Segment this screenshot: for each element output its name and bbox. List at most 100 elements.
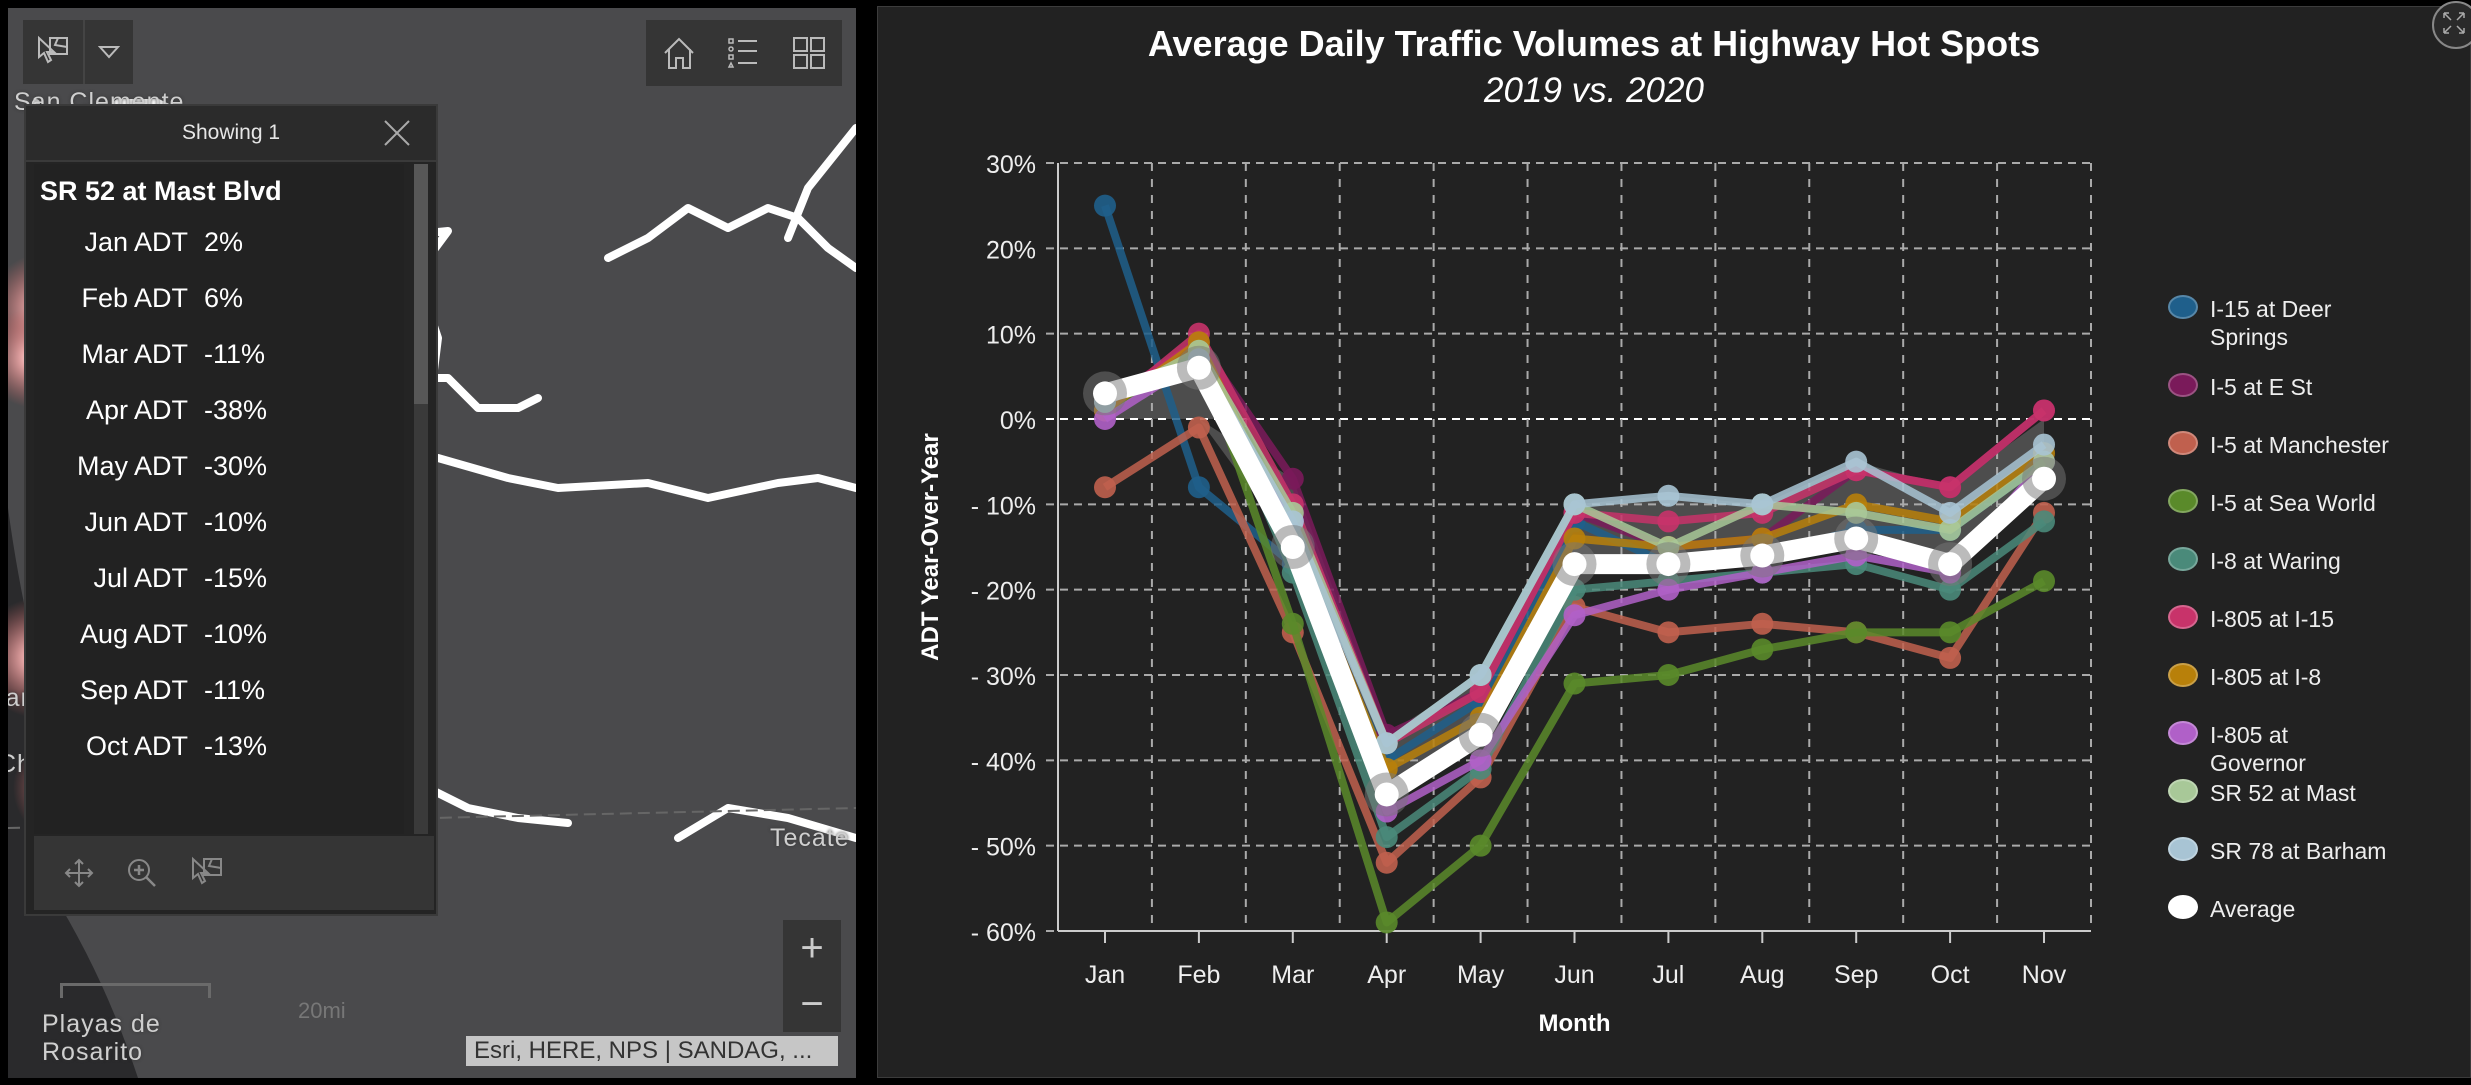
feature-popup: Showing 1 SR 52 at Mast Blvd Jan ADT 2% Fe… [24,104,438,916]
data-point [1563,604,1586,627]
data-point [1657,664,1680,686]
data-point [1939,501,1962,524]
data-point [1375,911,1398,934]
data-point [1563,493,1586,516]
data-point [2032,466,2056,491]
attribute-label: Mar ADT [81,339,188,369]
data-point [1938,552,1963,577]
legend-label: I-5 at E St [2210,374,2313,400]
attribute-label: Feb ADT [81,283,188,313]
popup-feature-count: Showing 1 [181,121,281,144]
data-point [1094,476,1116,499]
zoom-in-button[interactable]: + [783,920,841,976]
data-point [2033,433,2055,456]
legend-label: I-8 at Waring [2210,548,2341,574]
legend-item[interactable]: Average [2168,895,2390,953]
taskbar-strip [0,1078,2471,1085]
data-point [1093,381,1117,406]
expand-icon [2443,12,2465,34]
attribute-label: Apr ADT [85,395,188,425]
data-point [1751,638,1774,661]
x-tick-label: Mar [1271,961,1314,989]
legend-item[interactable]: I-5 at Sea World [2168,489,2390,547]
select-features-icon[interactable] [190,856,224,890]
data-point [1094,194,1116,217]
pan-icon[interactable] [64,858,94,888]
legend-swatch [2168,605,2198,629]
legend-label: I-15 at Deer Springs [2210,296,2332,350]
data-point [1939,646,1962,669]
legend-label: Average [2210,896,2296,922]
legend-item[interactable]: I-805 at Governor [2168,721,2390,779]
map-toolbar-select [23,20,133,84]
zoom-controls: + − [783,920,841,1032]
legend-item[interactable]: I-805 at I-8 [2168,663,2390,721]
popup-scrollbar[interactable] [414,164,428,834]
attribute-value: -13% [204,731,268,761]
data-point [1751,612,1774,635]
map-view[interactable]: San Clemente Escondido Santee El Cajon S… [8,8,856,1078]
attribute-label: Sep ADT [79,675,188,705]
x-tick-label: Oct [1931,961,1970,989]
legend-item[interactable]: SR 78 at Barham [2168,837,2390,895]
y-axis-title: ADT Year-Over-Year [917,433,944,661]
attribute-value: 6% [204,283,244,313]
y-tick-label: - 40% [971,748,1036,776]
zoom-out-button[interactable]: − [783,976,841,1032]
expand-button[interactable] [2432,1,2471,49]
attribute-value: -11% [204,675,266,705]
y-tick-label: - 20% [971,578,1036,606]
legend-swatch [2168,295,2198,319]
data-point [1751,493,1774,516]
legend-swatch [2168,837,2198,861]
basemap-gallery-button[interactable] [784,28,834,78]
data-point [1939,476,1962,499]
legend-label: SR 52 at Mast [2210,780,2356,806]
data-point [2033,399,2055,422]
data-point [1281,612,1304,635]
legend-item[interactable]: I-15 at Deer Springs [2168,295,2390,373]
legend-label: SR 78 at Barham [2210,838,2387,864]
legend-item[interactable]: SR 52 at Mast [2168,779,2390,837]
x-tick-label: Aug [1740,961,1784,989]
attribute-value: -38% [204,395,268,425]
x-axis-title: Month [1539,1010,1611,1037]
legend-item[interactable]: I-805 at I-15 [2168,605,2390,663]
legend-swatch [2168,895,2198,919]
attribute-label: Jun ADT [84,507,188,537]
x-tick-label: Jun [1554,961,1594,989]
scrollbar-thumb[interactable] [414,164,428,404]
data-point [1657,621,1680,644]
data-point [1469,664,1492,686]
legend-label: I-5 at Manchester [2210,432,2389,458]
y-tick-label: 30% [986,151,1036,179]
x-tick-label: Apr [1367,961,1406,989]
select-features-button[interactable] [23,20,85,84]
home-button[interactable] [654,28,704,78]
attribute-label: Jul ADT [93,563,188,593]
legend-item[interactable]: I-5 at E St [2168,373,2390,431]
data-point [2033,510,2055,533]
attribute-value: 2% [204,227,244,257]
data-point [1845,621,1868,644]
legend-swatch [2168,721,2198,745]
zoom-to-icon[interactable] [126,857,158,889]
legend-item[interactable]: I-5 at Manchester [2168,431,2390,489]
y-tick-label: - 10% [971,492,1036,520]
scale-bar [60,983,211,998]
y-tick-label: - 60% [971,919,1036,947]
data-point [1187,476,1210,499]
legend-item[interactable]: I-8 at Waring [2168,547,2390,605]
data-point [1187,416,1210,439]
select-dropdown-button[interactable] [85,20,133,84]
legend-button[interactable] [719,28,769,78]
close-icon[interactable] [382,118,412,148]
x-tick-label: Jan [1085,961,1125,989]
y-tick-label: 0% [1000,407,1036,435]
data-point [1845,450,1868,473]
legend-swatch [2168,547,2198,571]
data-point [1374,782,1399,807]
attribution[interactable]: Esri, HERE, NPS | SANDAG, ... [466,1036,838,1066]
data-point [1375,851,1398,874]
data-point [2033,570,2055,593]
